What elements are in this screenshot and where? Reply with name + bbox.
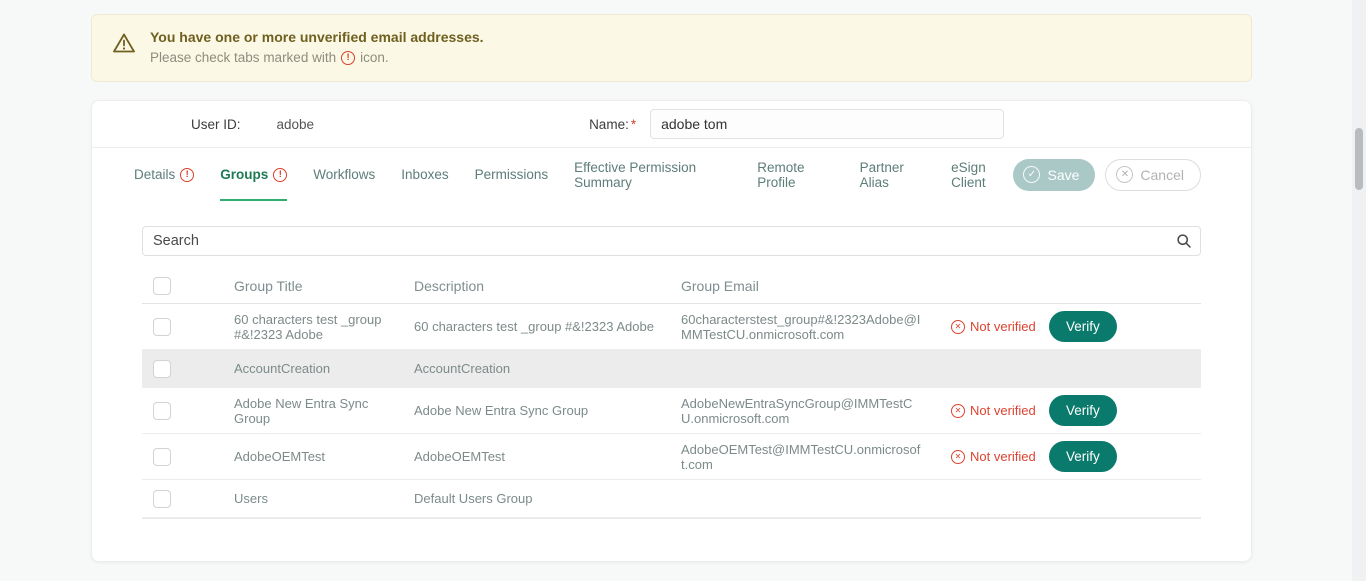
scrollbar-thumb[interactable]: [1355, 128, 1363, 190]
status-badge: ✕ Not verified: [951, 403, 1049, 418]
table-row: Adobe New Entra Sync Group Adobe New Ent…: [142, 388, 1201, 434]
user-id-label: User ID:: [191, 117, 241, 132]
tab-details[interactable]: Details!: [134, 148, 194, 201]
search-bar: [142, 226, 1201, 256]
verify-button[interactable]: Verify: [1049, 311, 1117, 342]
group-email: [681, 362, 951, 376]
user-id-value: adobe: [277, 117, 315, 132]
table-header-row: Group Title Description Group Email: [142, 268, 1201, 304]
verify-button[interactable]: Verify: [1049, 441, 1117, 472]
group-email: AdobeOEMTest@IMMTestCU.onmicrosoft.com: [681, 435, 951, 479]
column-header-description: Description: [414, 271, 681, 301]
warning-triangle-icon: [112, 32, 136, 54]
warning-banner: You have one or more unverified email ad…: [91, 14, 1252, 82]
row-checkbox[interactable]: [153, 448, 171, 466]
group-description: 60 characters test _group #&!2323 Adobe: [414, 312, 681, 341]
page: You have one or more unverified email ad…: [91, 14, 1252, 562]
column-header-group-title: Group Title: [234, 271, 414, 301]
select-all-column: [142, 270, 234, 302]
user-header-row: User ID: adobe Name:*: [92, 101, 1251, 148]
column-header-group-email: Group Email: [681, 271, 951, 301]
group-email: 60characterstest_group#&!2323Adobe@IMMTe…: [681, 305, 951, 349]
warning-subtitle-prefix: Please check tabs marked with: [150, 50, 336, 65]
table-row: 60 characters test _group #&!2323 Adobe …: [142, 304, 1201, 350]
groups-table: Group Title Description Group Email 60 c…: [142, 268, 1201, 519]
tab-groups[interactable]: Groups!: [220, 148, 287, 201]
alert-icon: !: [273, 168, 287, 182]
tab-workflows[interactable]: Workflows: [313, 148, 375, 201]
row-checkbox[interactable]: [153, 318, 171, 336]
alert-icon: !: [341, 51, 355, 65]
search-icon: [1176, 233, 1192, 249]
not-verified-icon: ✕: [951, 404, 965, 418]
close-icon: ✕: [1116, 166, 1133, 183]
group-title: 60 characters test _group #&!2323 Adobe: [234, 305, 414, 349]
group-description: AdobeOEMTest: [414, 442, 681, 471]
required-asterisk: *: [631, 117, 636, 132]
check-icon: ✓: [1023, 166, 1040, 183]
tab-partner-alias[interactable]: Partner Alias: [860, 148, 926, 201]
tab-inboxes[interactable]: Inboxes: [401, 148, 448, 201]
tab-esign-client[interactable]: eSign Client: [951, 148, 1013, 201]
status-badge: ✕ Not verified: [951, 449, 1049, 464]
warning-title: You have one or more unverified email ad…: [150, 29, 484, 45]
scrollbar-track[interactable]: [1352, 0, 1366, 581]
group-title: Users: [234, 484, 414, 513]
tab-bar: Details! Groups! Workflows Inboxes Permi…: [134, 148, 1013, 201]
select-all-checkbox[interactable]: [153, 277, 171, 295]
warning-subtitle: Please check tabs marked with ! icon.: [150, 50, 484, 65]
table-row: Users Default Users Group: [142, 480, 1201, 518]
group-title: AccountCreation: [234, 354, 414, 383]
user-detail-card: User ID: adobe Name:* Details! Groups! W…: [91, 100, 1252, 562]
warning-text: You have one or more unverified email ad…: [150, 29, 484, 65]
tab-remote-profile[interactable]: Remote Profile: [757, 148, 833, 201]
tab-permissions[interactable]: Permissions: [475, 148, 549, 201]
name-input[interactable]: [650, 109, 1004, 139]
group-email: AdobeNewEntraSyncGroup@IMMTestCU.onmicro…: [681, 389, 951, 433]
save-button[interactable]: ✓ Save: [1013, 159, 1095, 191]
verify-button[interactable]: Verify: [1049, 395, 1117, 426]
row-checkbox[interactable]: [153, 360, 171, 378]
cancel-button[interactable]: ✕ Cancel: [1105, 159, 1201, 191]
row-checkbox[interactable]: [153, 490, 171, 508]
name-label: Name:*: [589, 117, 636, 132]
alert-icon: !: [180, 168, 194, 182]
warning-subtitle-suffix: icon.: [360, 50, 389, 65]
column-header-status: [951, 279, 1049, 293]
column-header-actions: [1049, 279, 1201, 293]
group-description: AccountCreation: [414, 354, 681, 383]
status-badge: ✕ Not verified: [951, 319, 1049, 334]
table-row: AccountCreation AccountCreation: [142, 350, 1201, 388]
group-title: Adobe New Entra Sync Group: [234, 389, 414, 433]
group-description: Adobe New Entra Sync Group: [414, 396, 681, 425]
table-row: AdobeOEMTest AdobeOEMTest AdobeOEMTest@I…: [142, 434, 1201, 480]
tab-effective-permission-summary[interactable]: Effective Permission Summary: [574, 148, 731, 201]
row-checkbox[interactable]: [153, 402, 171, 420]
group-description: Default Users Group: [414, 484, 681, 513]
group-title: AdobeOEMTest: [234, 442, 414, 471]
group-email: [681, 492, 951, 506]
tabs-row: Details! Groups! Workflows Inboxes Permi…: [92, 148, 1251, 201]
not-verified-icon: ✕: [951, 320, 965, 334]
action-buttons: ✓ Save ✕ Cancel: [1013, 159, 1201, 191]
search-input[interactable]: [142, 226, 1201, 256]
not-verified-icon: ✕: [951, 450, 965, 464]
